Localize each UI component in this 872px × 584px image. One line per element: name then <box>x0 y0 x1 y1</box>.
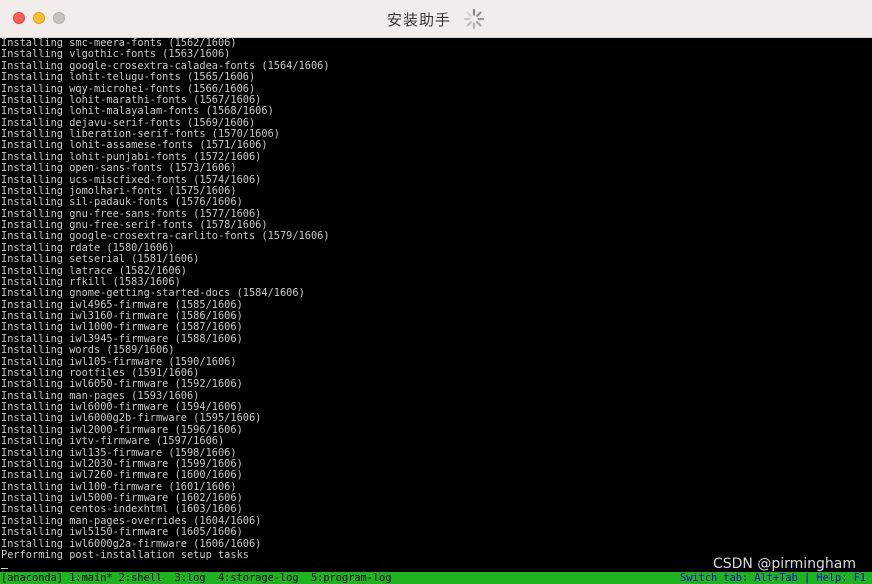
window-title: 安装助手 <box>386 10 451 29</box>
watermark-text: CSDN @pirmingham <box>712 556 856 572</box>
log-line: Installing iwl5150-firmware (1605/1606) <box>1 526 243 539</box>
log-line: Installing words (1589/1606) <box>1 344 175 357</box>
log-line: Installing sil-padauk-fonts (1576/1606) <box>1 196 243 209</box>
loading-spinner-icon <box>463 8 485 30</box>
terminal-cursor <box>1 568 8 569</box>
log-line: Installing iwl6050-firmware (1592/1606) <box>1 378 243 391</box>
log-line: Installing iwl7260-firmware (1600/1606) <box>1 469 243 482</box>
title-bar: 安装助手 <box>0 0 872 38</box>
title-area: 安装助手 <box>0 0 872 38</box>
log-line: Installing gnome-getting-started-docs (1… <box>1 287 305 300</box>
log-line: Installing lohit-telugu-fonts (1565/1606… <box>1 71 256 84</box>
log-line: Installing open-sans-fonts (1573/1606) <box>1 162 237 175</box>
status-tabs[interactable]: [anaconda] 1:main* 2:shell 3:log 4:stora… <box>1 572 392 584</box>
log-line: Installing ivtv-firmware (1597/1606) <box>1 435 225 448</box>
status-help: Switch tab: Alt+Tab | Help: F1 <box>680 572 866 584</box>
log-line: Installing setserial (1581/1606) <box>1 253 200 266</box>
tmux-status-bar: [anaconda] 1:main* 2:shell 3:log 4:stora… <box>0 572 872 584</box>
log-line: Installing lohit-malayalam-fonts (1568/1… <box>1 105 274 118</box>
terminal-output: Installing smc-meera-fonts (1562/1606) In… <box>0 38 872 572</box>
installer-window: 安装助手 Installing smc-meera-fonts (1562/16… <box>0 0 872 584</box>
